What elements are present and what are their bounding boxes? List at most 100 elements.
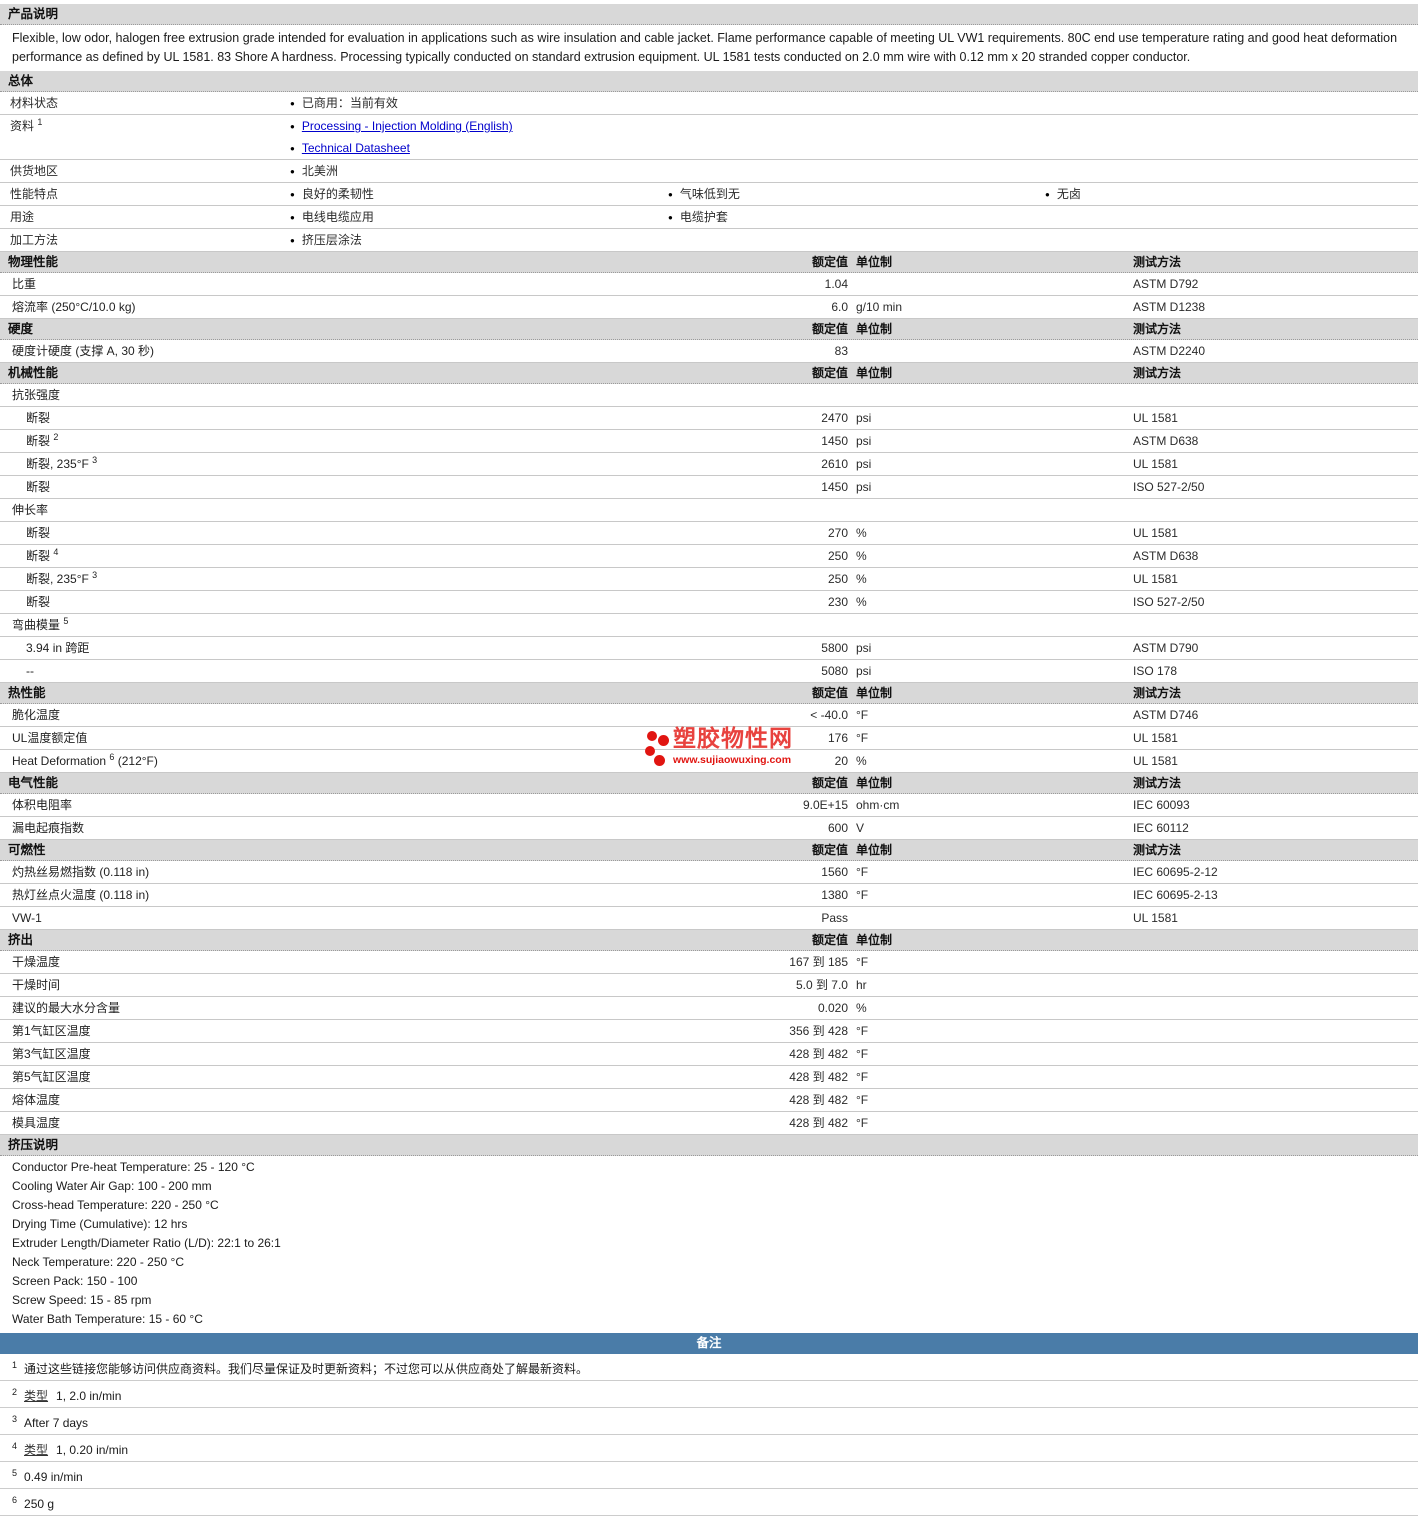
row-label: 供货地区	[10, 164, 59, 178]
property-method: IEC 60695-2-12	[1133, 865, 1218, 879]
note-link[interactable]: 类型	[24, 1443, 48, 1457]
property-method	[1133, 1112, 1418, 1134]
property-method: ISO 527-2/50	[1133, 595, 1205, 609]
general-row: 供货地区 ● 北美洲	[0, 160, 1418, 183]
property-unit: °F	[856, 1024, 869, 1038]
property-row: 断裂 270% UL 1581	[0, 522, 1418, 545]
property-value: 428 到 482	[789, 1070, 848, 1084]
bullet-cell: ● 气味低到无	[660, 183, 1037, 205]
section-header: 电气性能 额定值 单位制 测试方法	[0, 773, 1418, 794]
property-label: 第1气缸区温度	[12, 1024, 91, 1038]
property-unit: psi	[856, 457, 872, 471]
extrusion-note-line: Screw Speed: 15 - 85 rpm	[12, 1293, 152, 1307]
bullet-item: ● 电线电缆应用	[290, 206, 660, 228]
property-value: 2610	[821, 457, 848, 471]
property-value: 5800	[821, 641, 848, 655]
property-row: 热灯丝点火温度 (0.118 in) 1380 °F IEC 60695-2-13	[0, 884, 1418, 907]
property-value: < -40.0	[810, 708, 848, 722]
note-superscript: 5	[12, 1468, 18, 1478]
property-unit: psi	[856, 664, 872, 678]
col-header-value: 额定值	[811, 933, 848, 947]
property-label: 断裂 2	[26, 432, 59, 449]
section-title: 硬度	[8, 322, 34, 336]
property-method	[1133, 1089, 1418, 1111]
property-unit: psi	[856, 641, 872, 655]
col-header-method: 测试方法	[1133, 366, 1182, 380]
property-method: ASTM D638	[1133, 549, 1199, 563]
property-value: 20	[834, 754, 848, 768]
col-header-value: 额定值	[811, 686, 848, 700]
property-method	[1133, 1066, 1418, 1088]
datasheet-link[interactable]: Technical Datasheet	[302, 141, 410, 155]
note-row: 4 类型 1, 0.20 in/min	[0, 1435, 1418, 1462]
property-row: 比重 1.04 ASTM D792	[0, 273, 1418, 296]
extrusion-note-line: Cross-head Temperature: 220 - 250 °C	[12, 1198, 219, 1212]
col-header-unit: 单位制	[856, 366, 893, 380]
general-row: 用途 ● 电线电缆应用 ● 电缆护套	[0, 206, 1418, 229]
property-row: 模具温度 428 到 482 °F	[0, 1112, 1418, 1135]
property-method	[1133, 384, 1418, 406]
property-row: 弯曲模量 5	[0, 614, 1418, 637]
col-header-value: 额定值	[811, 843, 848, 857]
property-row: 断裂, 235°F 3 250% UL 1581	[0, 568, 1418, 591]
col-header-method: 测试方法	[1133, 322, 1182, 336]
property-unit: %	[856, 1001, 867, 1015]
property-method: UL 1581	[1133, 526, 1178, 540]
property-unit: ohm·cm	[856, 798, 900, 812]
property-row: 第1气缸区温度 356 到 428 °F	[0, 1020, 1418, 1043]
bullet-icon: ●	[668, 190, 673, 199]
property-method: UL 1581	[1133, 411, 1178, 425]
property-row: 断裂, 235°F 3 2610 psi UL 1581	[0, 453, 1418, 476]
property-unit: hr	[856, 978, 867, 992]
extrusion-note-line: Water Bath Temperature: 15 - 60 °C	[12, 1312, 203, 1326]
property-label: 比重	[12, 277, 37, 291]
property-label: 熔流率 (250°C/10.0 kg)	[12, 300, 136, 314]
bullet-text: 良好的柔韧性	[301, 187, 374, 201]
property-unit: %	[856, 526, 867, 540]
property-value: Pass	[821, 911, 848, 925]
bullet-cell: ● 电缆护套	[660, 206, 1037, 228]
property-row: 熔流率 (250°C/10.0 kg) 6.0 g/10 min ASTM D1238	[0, 296, 1418, 319]
property-label: 弯曲模量 5	[12, 616, 69, 633]
property-row: Heat Deformation 6 (212°F) 20% UL 1581	[0, 750, 1418, 773]
col-header-unit: 单位制	[856, 686, 893, 700]
property-row: 断裂 2470 psi UL 1581	[0, 407, 1418, 430]
datasheet-link[interactable]: Processing - Injection Molding (English)	[302, 119, 513, 133]
property-row: 体积电阻率 9.0E+15 ohm·cm IEC 60093	[0, 794, 1418, 817]
property-row: 断裂 4 250% ASTM D638	[0, 545, 1418, 568]
property-sections: 物理性能 额定值 单位制 测试方法 比重 1.04 ASTM D792 熔流率 (250°C/…	[0, 252, 1418, 1135]
property-label: 断裂	[26, 411, 51, 425]
note-link[interactable]: 类型	[24, 1389, 48, 1403]
section-title: 物理性能	[8, 255, 59, 269]
property-row: 断裂 230% ISO 527-2/50	[0, 591, 1418, 614]
general-row: 资料 1 ● Processing - Injection Molding (Eng…	[0, 115, 1418, 160]
extrusion-note-line: Screen Pack: 150 - 100	[12, 1274, 138, 1288]
col-header-value: 额定值	[811, 366, 848, 380]
property-label: 模具温度	[12, 1116, 61, 1130]
col-header-method	[1133, 930, 1418, 950]
col-header-unit: 单位制	[856, 843, 893, 857]
property-value: 1450	[821, 480, 848, 494]
bullet-item: ● 良好的柔韧性	[290, 183, 660, 205]
property-row: 漏电起痕指数 600 V IEC 60112	[0, 817, 1418, 840]
section-title: 热性能	[8, 686, 46, 700]
bullet-item: ● 挤压层涂法	[290, 229, 660, 251]
property-value: 9.0E+15	[802, 798, 848, 812]
bullet-item: ● Technical Datasheet	[290, 137, 660, 159]
section-header-general: 总体	[0, 71, 1418, 92]
section-title: 挤出	[8, 933, 34, 947]
property-value: 5080	[821, 664, 848, 678]
note-superscript: 4	[12, 1441, 18, 1451]
property-value	[730, 614, 848, 636]
property-value: 600	[827, 821, 848, 835]
property-value: 428 到 482	[789, 1116, 848, 1130]
section-header: 热性能 额定值 单位制 测试方法	[0, 683, 1418, 704]
property-label: --	[26, 664, 34, 678]
note-row: 2 类型 1, 2.0 in/min	[0, 1381, 1418, 1408]
property-unit: °F	[856, 731, 869, 745]
property-method	[1133, 1043, 1418, 1065]
note-row: 6 250 g	[0, 1489, 1418, 1516]
property-unit	[848, 340, 1133, 362]
bullet-icon: ●	[290, 144, 295, 153]
bullet-icon: ●	[290, 122, 295, 131]
